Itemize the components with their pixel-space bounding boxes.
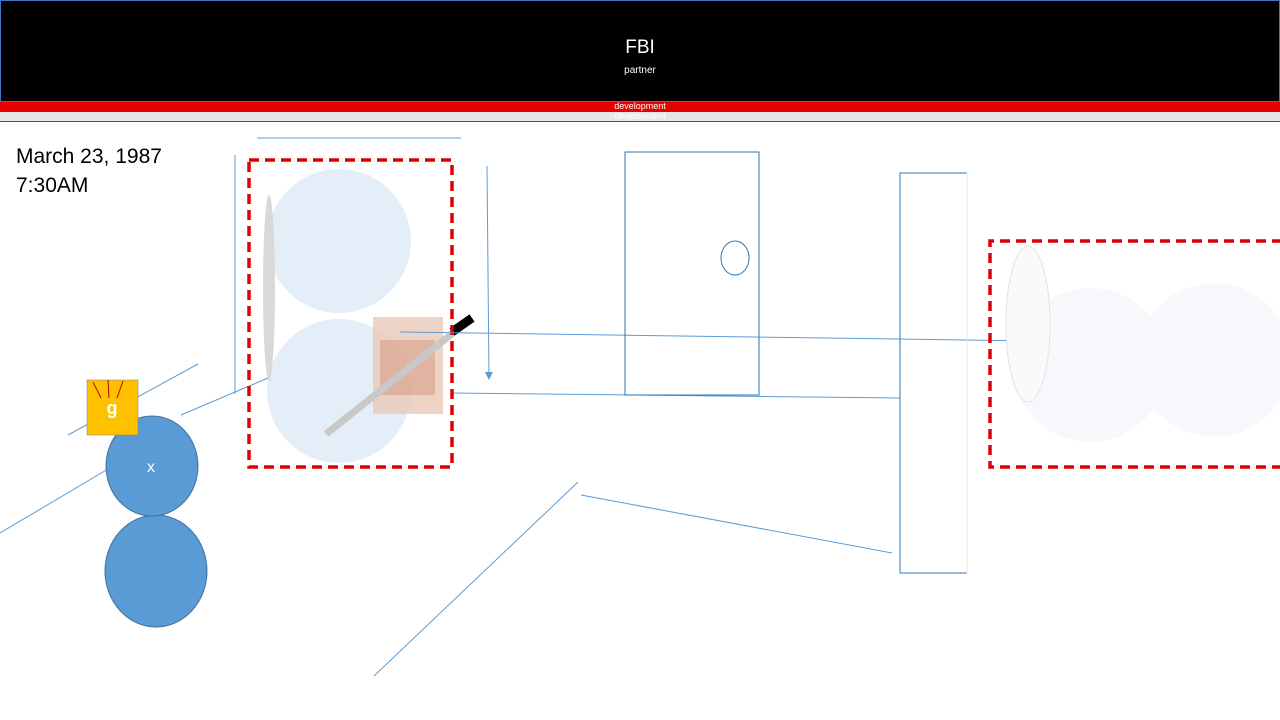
person-body [104,514,208,628]
door [624,151,760,396]
sight-line [373,481,579,677]
tall-panel [899,172,967,574]
long-arrow [399,331,1038,345]
person-label: x [147,459,155,476]
door-knob [720,240,750,276]
rifle-stock [449,314,475,336]
sight-line [580,494,893,554]
sight-line [0,468,109,534]
grey-ellipse [263,195,275,381]
occupant-circle [267,169,411,313]
sight-line [180,377,269,416]
downward-arrow [484,165,493,380]
scene-diagram: x g [0,137,1280,677]
occupant-circle-faded [1137,283,1280,437]
faded-ellipse [1005,245,1051,403]
badge-label: g [107,398,118,418]
